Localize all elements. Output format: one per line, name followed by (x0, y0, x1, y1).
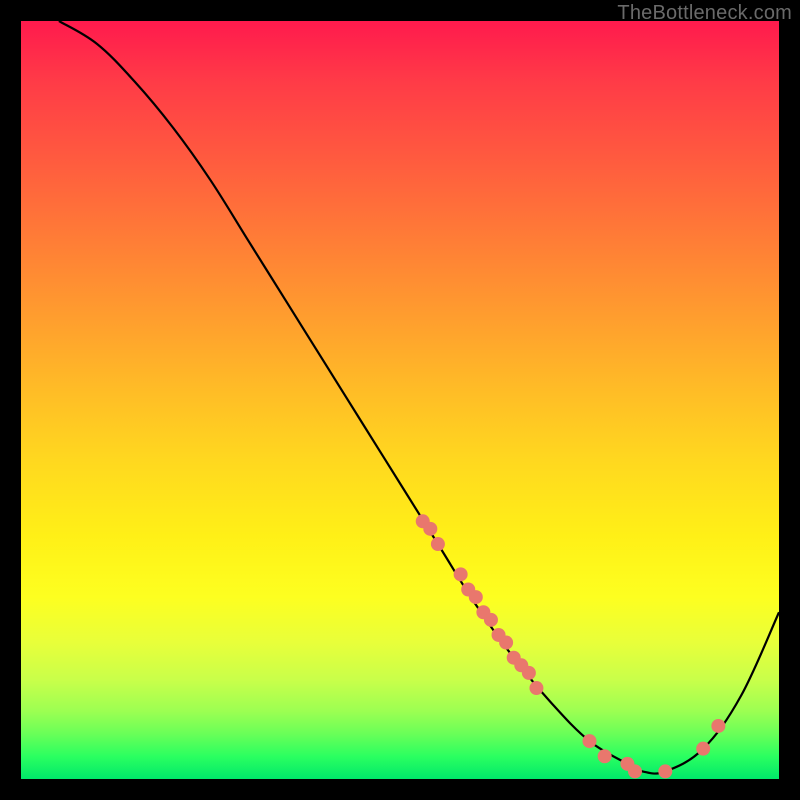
data-point-marker (484, 613, 498, 627)
chart-svg (21, 21, 779, 779)
data-point-marker (711, 719, 725, 733)
data-point-marker (454, 567, 468, 581)
watermark-text: TheBottleneck.com (617, 2, 792, 25)
data-point-marker (628, 764, 642, 778)
data-point-marker (423, 522, 437, 536)
outer-frame: TheBottleneck.com (0, 0, 800, 800)
data-point-marker (499, 636, 513, 650)
data-point-marker (658, 764, 672, 778)
data-point-marker (598, 749, 612, 763)
data-point-marker (431, 537, 445, 551)
data-point-marker (529, 681, 543, 695)
plot-area (21, 21, 779, 779)
data-point-marker (696, 742, 710, 756)
bottleneck-curve (59, 21, 779, 774)
data-point-marker (469, 590, 483, 604)
curve-markers (416, 514, 726, 778)
data-point-marker (583, 734, 597, 748)
data-point-marker (522, 666, 536, 680)
